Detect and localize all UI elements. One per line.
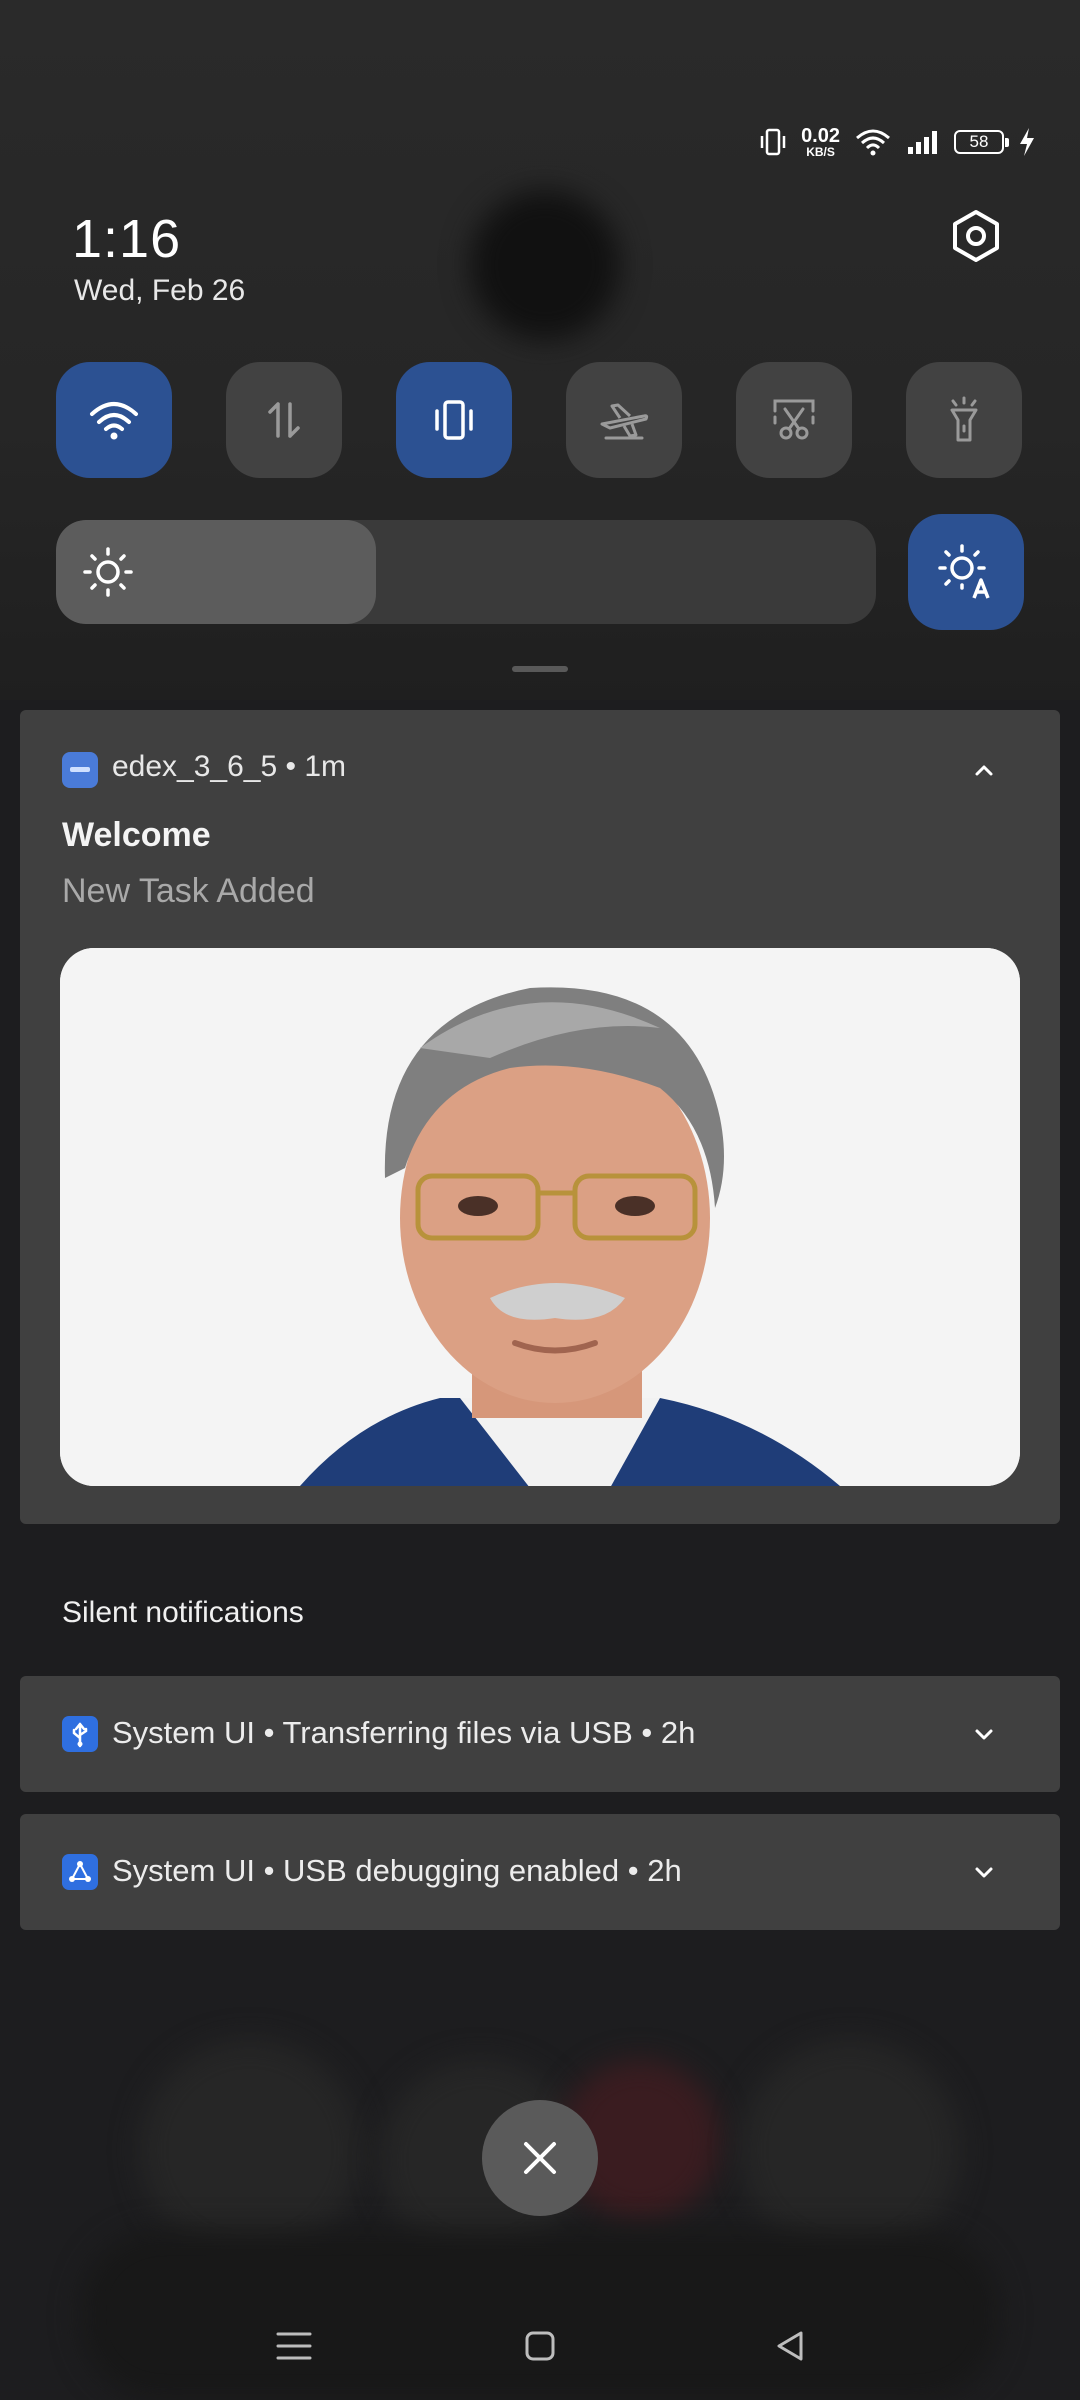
background-blur [470, 190, 620, 340]
flashlight-icon [950, 396, 978, 442]
gear-icon [953, 210, 999, 262]
wifi-icon [856, 129, 890, 156]
network-speed: 0.02 KB/S [801, 126, 840, 158]
brightness-icon [83, 547, 133, 597]
signal-icon [908, 131, 937, 154]
notification-header: edex_3_6_5 • 1m [112, 750, 347, 783]
notification-card[interactable]: edex_3_6_5 • 1m Welcome New Task Added [20, 710, 1060, 1524]
tile-mobile-data[interactable] [226, 362, 342, 478]
tile-wifi[interactable] [56, 362, 172, 478]
notification-text: System UI • USB debugging enabled • 2h [112, 1853, 682, 1888]
usb-icon [62, 1716, 98, 1752]
recents-button[interactable] [272, 2324, 316, 2368]
silent-notification-usb-debugging[interactable]: System UI • USB debugging enabled • 2h [20, 1814, 1060, 1930]
notification-title: Welcome [62, 816, 211, 854]
portrait-image [60, 948, 1020, 1486]
quick-settings-tiles [56, 362, 1024, 478]
silent-notification-usb-transfer[interactable]: System UI • Transferring files via USB •… [20, 1676, 1060, 1792]
network-speed-value: 0.02 [801, 125, 840, 147]
triangle-back-icon [777, 2331, 803, 2361]
menu-icon [276, 2332, 312, 2360]
back-button[interactable] [768, 2324, 812, 2368]
navigation-bar [0, 2300, 1080, 2390]
app-icon [62, 752, 98, 788]
background-blur [740, 2040, 960, 2260]
auto-brightness-button[interactable] [908, 514, 1024, 630]
usb-debug-icon [62, 1854, 98, 1890]
settings-button[interactable] [946, 206, 1006, 266]
airplane-icon [600, 403, 649, 440]
mobile-data-icon [268, 402, 300, 438]
notification-image [60, 948, 1020, 1486]
silent-notifications-label: Silent notifications [62, 1596, 304, 1629]
battery-icon: 58 [954, 130, 1009, 154]
scissors-icon [773, 399, 815, 440]
chevron-up-icon[interactable] [968, 754, 1000, 786]
square-icon [525, 2331, 555, 2361]
close-icon [524, 2142, 556, 2174]
date[interactable]: Wed, Feb 26 [74, 274, 245, 308]
tile-screenshot[interactable] [736, 362, 852, 478]
chevron-down-icon[interactable] [968, 1856, 1000, 1888]
tile-vibrate[interactable] [396, 362, 512, 478]
brightness-slider[interactable] [56, 520, 876, 624]
background-blur [140, 2040, 360, 2260]
status-bar: 0.02 KB/S 58 [759, 124, 1036, 160]
charging-icon [1020, 128, 1034, 156]
home-button[interactable] [518, 2324, 562, 2368]
tile-airplane-mode[interactable] [566, 362, 682, 478]
vibrate-icon [435, 400, 473, 440]
auto-brightness-icon [938, 544, 990, 599]
tile-flashlight[interactable] [906, 362, 1022, 478]
drag-handle[interactable] [512, 666, 568, 672]
wifi-icon [90, 402, 138, 440]
notification-text: New Task Added [62, 872, 315, 910]
network-speed-unit: KB/S [806, 145, 835, 159]
clock[interactable]: 1:16 [72, 208, 181, 270]
chevron-down-icon[interactable] [968, 1718, 1000, 1750]
vibrate-icon [760, 128, 786, 156]
clear-all-button[interactable] [482, 2100, 598, 2216]
notification-text: System UI • Transferring files via USB •… [112, 1715, 696, 1750]
